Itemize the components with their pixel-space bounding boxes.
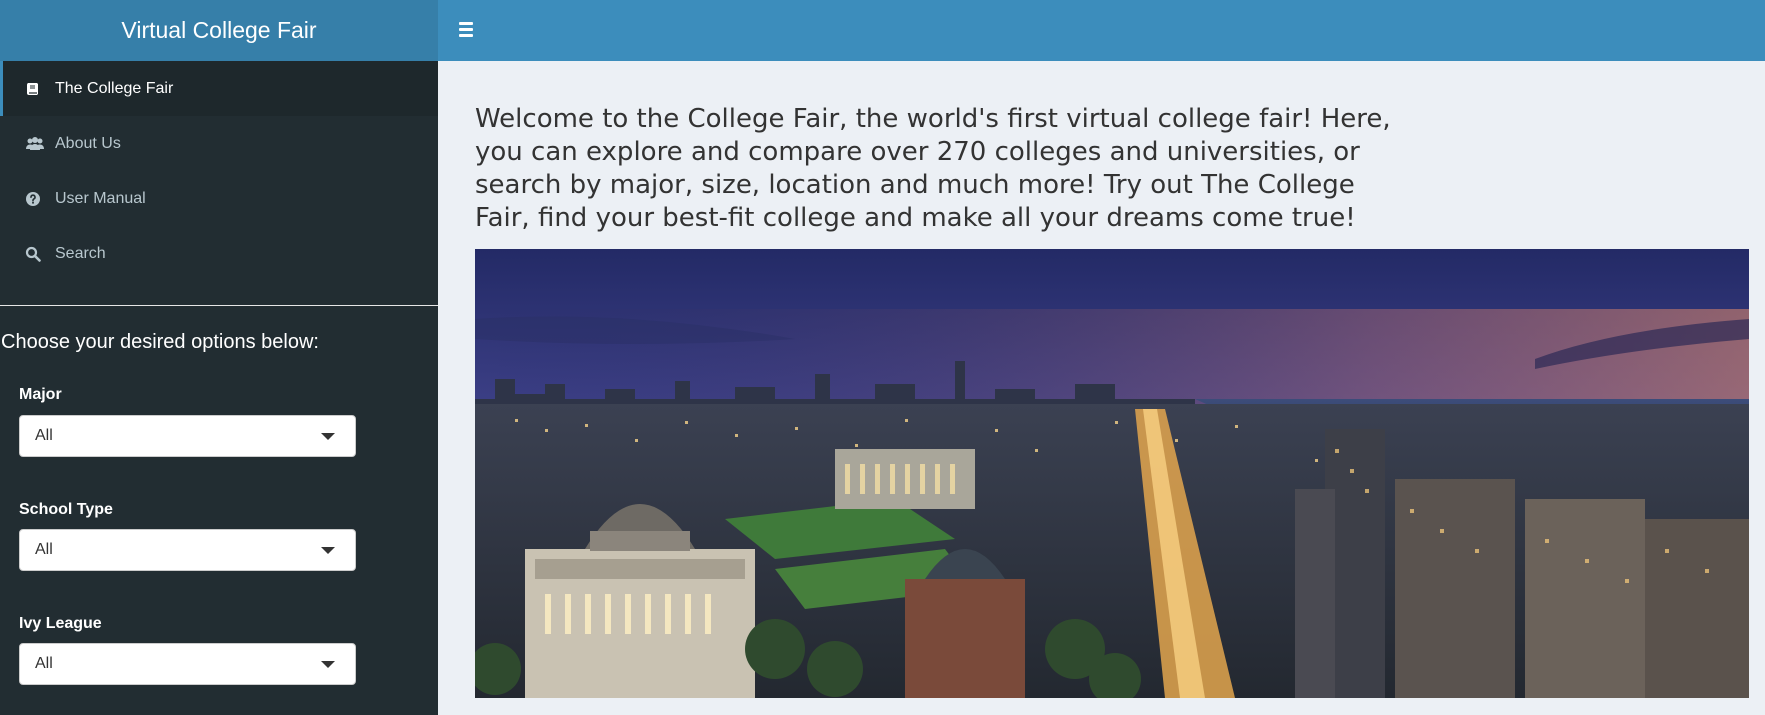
ivy-league-label: Ivy League bbox=[19, 615, 102, 632]
bars-icon bbox=[459, 22, 473, 25]
sidebar-item-label: Search bbox=[55, 244, 106, 262]
sidebar-item-user-manual[interactable]: User Manual bbox=[0, 171, 438, 226]
sidebar: The College Fair About Us User Manual Se… bbox=[0, 61, 438, 715]
chevron-down-icon bbox=[321, 661, 335, 668]
campus-photo bbox=[475, 249, 1749, 698]
options-heading: Choose your desired options below: bbox=[1, 331, 319, 353]
sidebar-item-about-us[interactable]: About Us bbox=[0, 116, 438, 171]
welcome-text: Welcome to the College Fair, the world's… bbox=[475, 104, 1391, 233]
school-type-select[interactable]: All bbox=[19, 529, 356, 571]
users-icon bbox=[25, 136, 55, 152]
sidebar-item-label: User Manual bbox=[55, 189, 146, 207]
sidebar-item-label: About Us bbox=[55, 134, 121, 152]
major-select[interactable]: All bbox=[19, 415, 356, 457]
sidebar-divider bbox=[0, 305, 438, 306]
search-icon bbox=[25, 246, 55, 262]
book-icon bbox=[25, 81, 55, 97]
ivy-league-select-value: All bbox=[35, 655, 53, 672]
school-type-label: School Type bbox=[19, 501, 113, 518]
top-navbar bbox=[438, 0, 1765, 61]
chevron-down-icon bbox=[321, 547, 335, 554]
app-title[interactable]: Virtual College Fair bbox=[0, 0, 438, 61]
sidebar-item-label: The College Fair bbox=[55, 79, 174, 97]
major-select-value: All bbox=[35, 427, 53, 444]
ivy-league-select[interactable]: All bbox=[19, 643, 356, 685]
sidebar-toggle-button[interactable] bbox=[455, 18, 477, 40]
question-circle-icon bbox=[25, 191, 55, 207]
sidebar-item-search[interactable]: Search bbox=[0, 226, 438, 281]
school-type-select-value: All bbox=[35, 541, 53, 558]
major-label: Major bbox=[19, 386, 62, 403]
sidebar-item-college-fair[interactable]: The College Fair bbox=[0, 61, 438, 116]
chevron-down-icon bbox=[321, 433, 335, 440]
